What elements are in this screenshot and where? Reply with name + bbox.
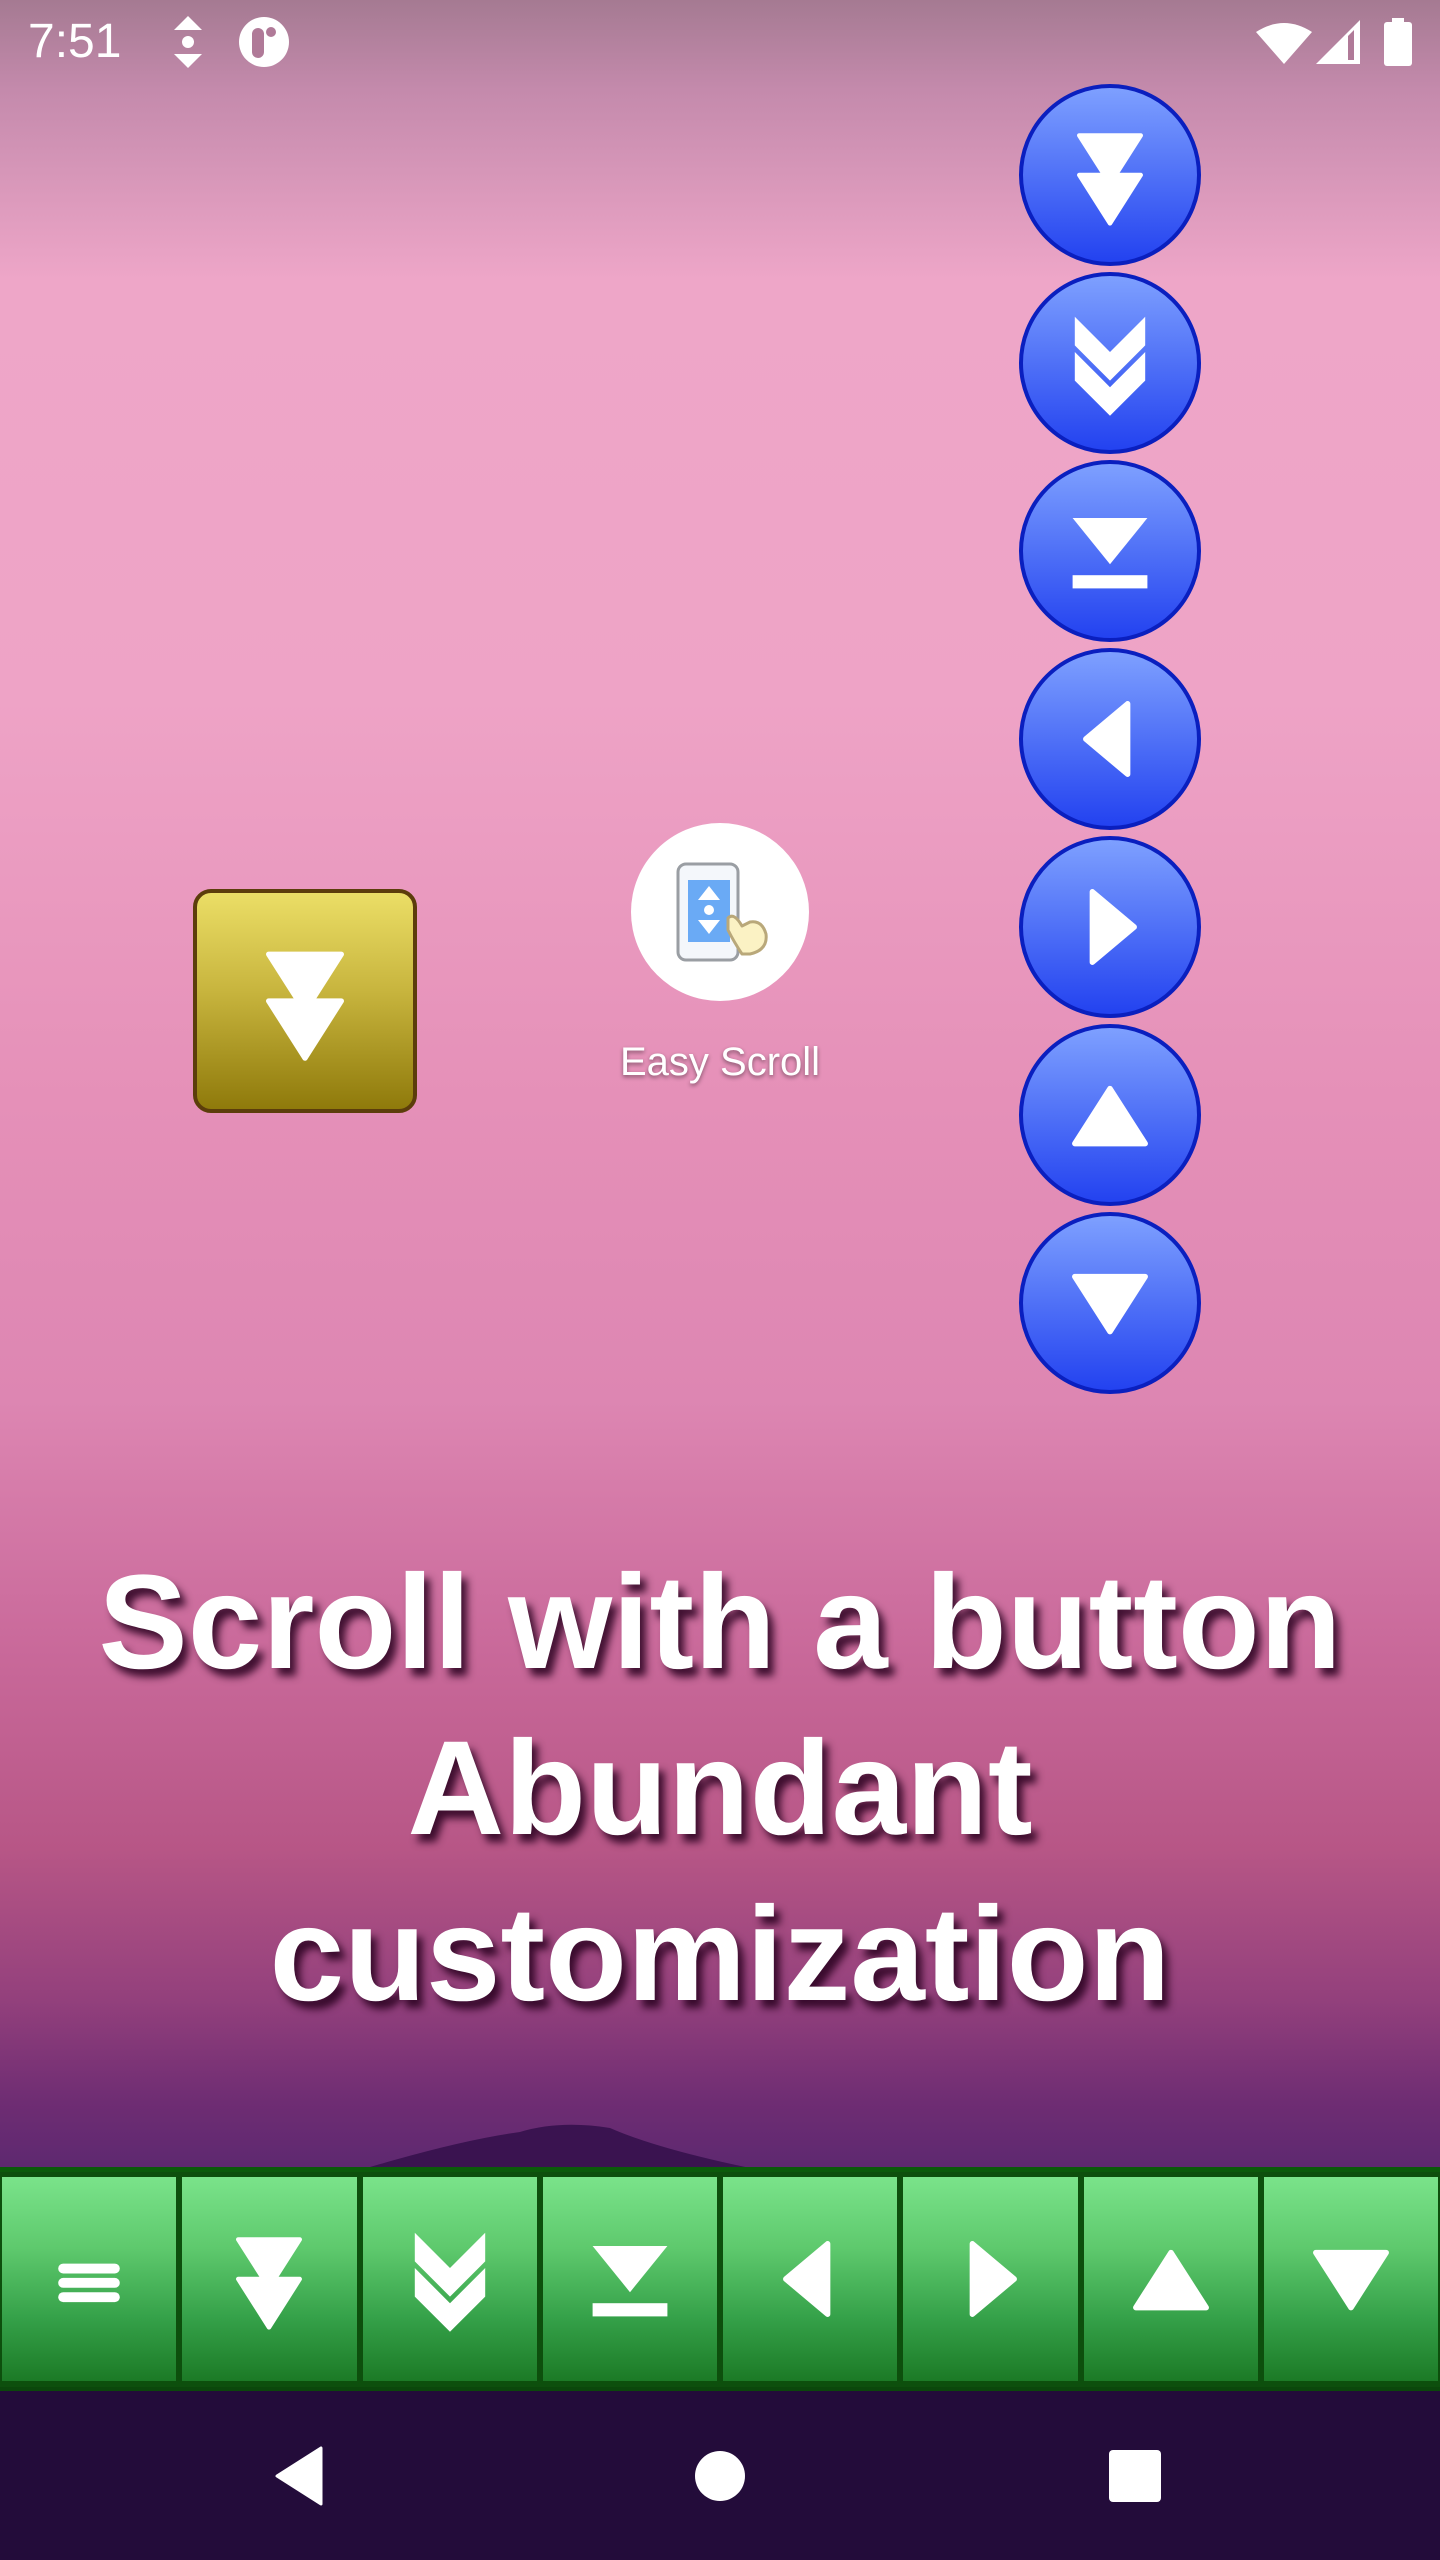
triangle-left-icon <box>1055 684 1165 794</box>
triangle-left-icon <box>755 2224 865 2334</box>
navigation-bar <box>0 2391 1440 2560</box>
double-triangle-down-icon <box>1055 120 1165 230</box>
status-time: 7:51 <box>28 15 122 68</box>
triangle-down-icon <box>1055 1248 1165 1358</box>
nav-back-button[interactable] <box>256 2431 346 2521</box>
wallpaper-hill <box>360 2124 760 2170</box>
toolbar-page-down-button[interactable] <box>182 2177 357 2381</box>
toolbar-scroll-left-button[interactable] <box>723 2177 898 2381</box>
toolbar-menu-button[interactable] <box>2 2177 177 2381</box>
toolbar-scroll-down-button[interactable] <box>1263 2177 1438 2381</box>
status-bar: 7:51 <box>0 0 1440 84</box>
home-icon <box>695 2451 745 2501</box>
battery-icon <box>1384 18 1412 66</box>
menu-icon <box>34 2224 144 2334</box>
scroll-updown-icon <box>174 16 202 68</box>
floating-scroll-to-bottom-button[interactable] <box>1019 460 1201 642</box>
cellular-signal-icon <box>1316 20 1360 64</box>
back-icon <box>275 2446 323 2506</box>
headline-line-1: Scroll with a button <box>98 1548 1342 1697</box>
easy-scroll-app-icon[interactable] <box>631 823 809 1001</box>
toolbar-scroll-right-button[interactable] <box>903 2177 1078 2381</box>
headline-line-2: Abundant <box>407 1714 1033 1863</box>
toolbar-fast-scroll-down-button[interactable] <box>362 2177 537 2381</box>
wifi-icon <box>1256 23 1312 64</box>
toolbar-scroll-up-button[interactable] <box>1083 2177 1258 2381</box>
double-triangle-down-icon <box>240 936 370 1066</box>
double-chevron-down-icon <box>395 2224 505 2334</box>
triangle-right-icon <box>935 2224 1045 2334</box>
headline-line-3: customization <box>269 1880 1171 2029</box>
scroll-to-bottom-icon <box>575 2224 685 2334</box>
toolbar-scroll-to-bottom-button[interactable] <box>542 2177 717 2381</box>
app-notification-icon <box>239 17 289 67</box>
floating-scroll-left-button[interactable] <box>1019 648 1201 830</box>
triangle-up-icon <box>1055 1060 1165 1170</box>
promo-headline: Scroll with a button Abundant customizat… <box>0 1540 1440 2038</box>
double-chevron-down-icon <box>1055 308 1165 418</box>
floating-fast-scroll-down-button[interactable] <box>1019 272 1201 454</box>
nav-home-button[interactable] <box>675 2431 765 2521</box>
triangle-right-icon <box>1055 872 1165 982</box>
yellow-page-down-button[interactable] <box>193 889 417 1113</box>
floating-scroll-down-button[interactable] <box>1019 1212 1201 1394</box>
phone-touch-icon <box>676 862 768 962</box>
floating-scroll-up-button[interactable] <box>1019 1024 1201 1206</box>
nav-recents-button[interactable] <box>1090 2431 1180 2521</box>
scroll-to-bottom-icon <box>1055 496 1165 606</box>
floating-page-down-button[interactable] <box>1019 84 1201 266</box>
recents-icon <box>1109 2450 1161 2502</box>
floating-scroll-right-button[interactable] <box>1019 836 1201 1018</box>
scroll-toolbar <box>0 2167 1440 2391</box>
triangle-up-icon <box>1116 2224 1226 2334</box>
app-label[interactable]: Easy Scroll <box>560 1040 880 1085</box>
triangle-down-icon <box>1296 2224 1406 2334</box>
double-triangle-down-icon <box>214 2224 324 2334</box>
